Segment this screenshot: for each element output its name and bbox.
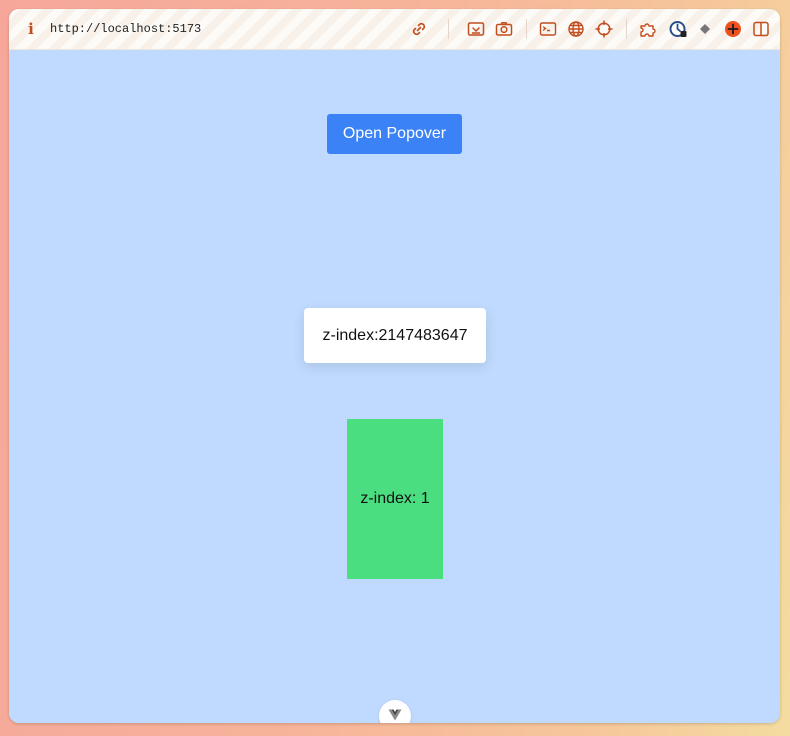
url-text[interactable]: http://localhost:5173 (50, 21, 201, 37)
page-content: Open Popover z-index:2147483647 z-index:… (9, 50, 780, 723)
toolbar-separator (448, 19, 449, 39)
terminal-icon[interactable] (538, 19, 558, 39)
globe-icon[interactable] (566, 19, 586, 39)
sidebar-icon[interactable] (751, 19, 771, 39)
toolbar-separator (626, 19, 627, 39)
screenshot-region-icon[interactable] (466, 19, 486, 39)
link-icon[interactable] (409, 19, 429, 39)
puzzle-icon[interactable] (638, 19, 658, 39)
info-icon[interactable]: i (25, 20, 37, 38)
z-index-box-label: z-index: 1 (360, 490, 430, 507)
toolbar-separator (526, 19, 527, 39)
browser-toolbar: i http://localhost:5173 (9, 9, 780, 50)
diamond-icon[interactable] (695, 19, 715, 39)
open-popover-button[interactable]: Open Popover (327, 114, 462, 154)
vue-devtools-toggle[interactable] (379, 700, 411, 723)
z-index-box: z-index: 1 (347, 419, 443, 579)
popover: z-index:2147483647 (304, 308, 486, 363)
browser-window: i http://localhost:5173 Open Popover z-i… (9, 9, 780, 723)
add-icon[interactable] (723, 19, 743, 39)
camera-icon[interactable] (494, 19, 514, 39)
timer-icon[interactable] (668, 19, 688, 39)
vue-logo-icon (388, 709, 402, 721)
crosshair-icon[interactable] (594, 19, 614, 39)
